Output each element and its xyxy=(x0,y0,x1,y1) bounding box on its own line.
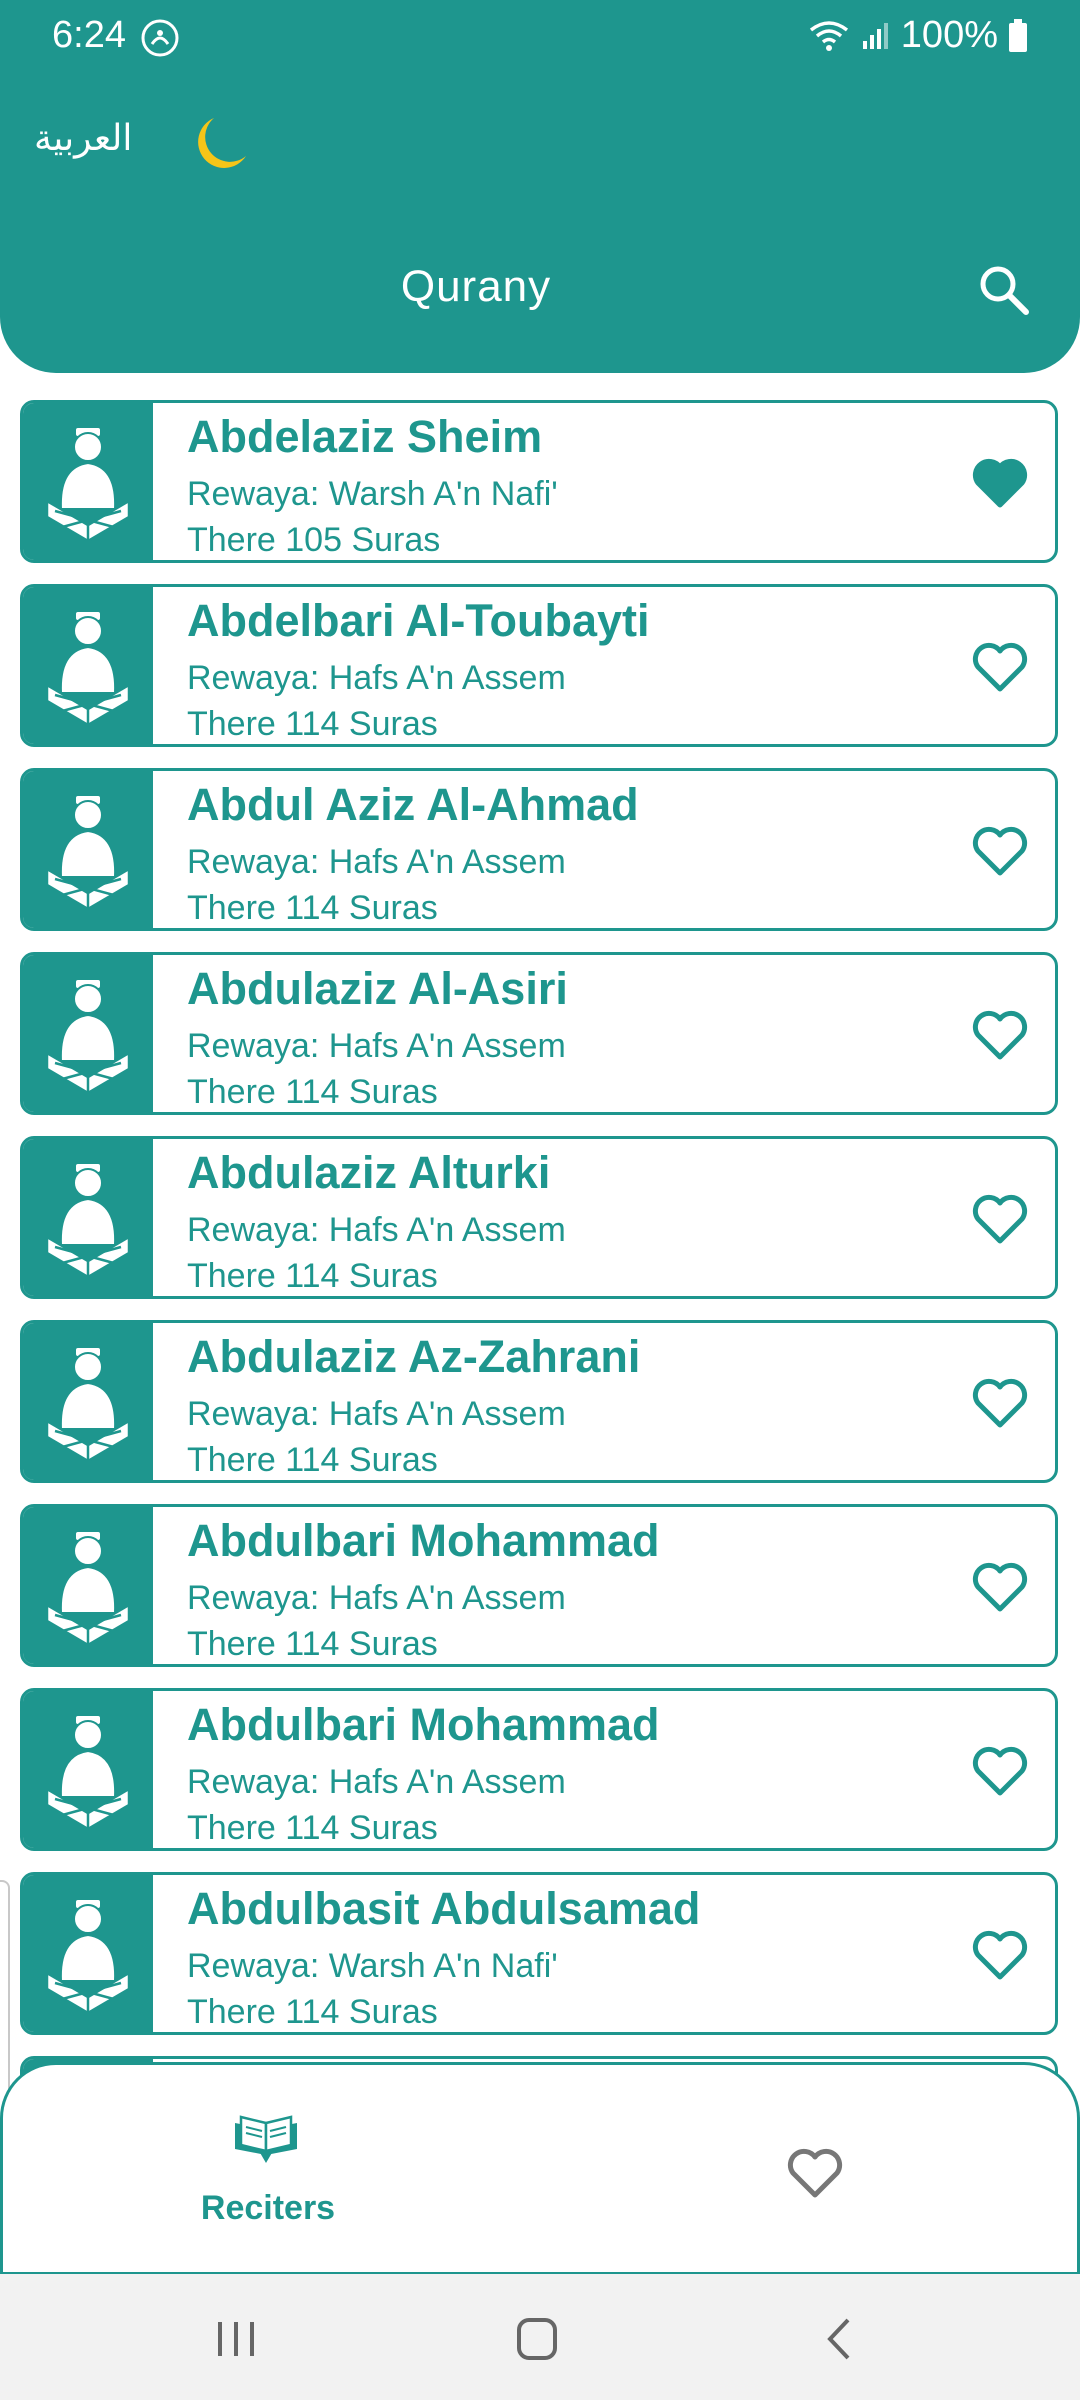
favorite-heart-icon[interactable] xyxy=(971,1927,1029,1983)
reciter-rewaya: Rewaya: Warsh A'n Nafi' xyxy=(187,1947,558,1985)
reciter-name: Abdulaziz Alturki xyxy=(187,1147,551,1198)
status-time: 6:24 xyxy=(52,14,126,56)
reciter-rewaya: Rewaya: Hafs A'n Assem xyxy=(187,843,566,881)
reciter-name: Abdulaziz Al-Asiri xyxy=(187,963,568,1014)
tab-reciters-label: Reciters xyxy=(200,2189,336,2227)
reciter-name: Abdulaziz Az-Zahrani xyxy=(187,1331,641,1382)
reciter-avatar-icon xyxy=(45,425,131,542)
reciter-card[interactable]: Abdulaziz Az-Zahrani Rewaya: Hafs A'n As… xyxy=(20,1320,1058,1483)
reciter-avatar-icon xyxy=(45,1345,131,1462)
reciter-avatar-icon xyxy=(45,1713,131,1830)
reciter-rewaya: Rewaya: Warsh A'n Nafi' xyxy=(187,475,558,513)
bottom-navigation: Reciters xyxy=(0,2062,1080,2272)
favorite-heart-icon[interactable] xyxy=(971,823,1029,879)
reciter-card[interactable]: Abdulaziz Alturki Rewaya: Hafs A'n Assem… xyxy=(20,1136,1058,1299)
reciter-thumbnail xyxy=(23,1875,153,2032)
reciter-card[interactable]: Abdulbari Mohammad Rewaya: Hafs A'n Asse… xyxy=(20,1504,1058,1667)
reciter-thumbnail xyxy=(23,403,153,560)
battery-icon xyxy=(1009,18,1027,52)
reciter-card[interactable]: Abdulbari Mohammad Rewaya: Hafs A'n Asse… xyxy=(20,1688,1058,1851)
favorite-heart-icon[interactable] xyxy=(971,1375,1029,1431)
language-toggle[interactable]: العربية xyxy=(34,118,132,159)
wifi-icon xyxy=(809,20,848,51)
status-bar: 6:24 100% xyxy=(0,0,1080,80)
signal-icon xyxy=(862,22,888,49)
search-icon[interactable] xyxy=(974,260,1034,320)
reciter-avatar-icon xyxy=(45,977,131,1094)
favorite-heart-icon[interactable] xyxy=(971,639,1029,695)
favorite-heart-icon[interactable] xyxy=(971,1559,1029,1615)
reciter-sura-count: There 114 Suras xyxy=(187,889,438,927)
reciter-name: Abdulbasit Abdulsamad xyxy=(187,1883,701,1934)
reciter-card[interactable]: Abdulbasit Abdulsamad Rewaya: Warsh A'n … xyxy=(20,1872,1058,2035)
reciter-name: Abdelaziz Sheim xyxy=(187,411,543,462)
reciter-name: Abdulbari Mohammad xyxy=(187,1699,660,1750)
battery-percent: 100% xyxy=(900,14,998,56)
reciter-sura-count: There 105 Suras xyxy=(187,521,441,559)
reciter-list: Abdelaziz Sheim Rewaya: Warsh A'n Nafi' … xyxy=(20,400,1060,2056)
reciter-sura-count: There 114 Suras xyxy=(187,1993,438,2031)
reciter-rewaya: Rewaya: Hafs A'n Assem xyxy=(187,1579,566,1617)
home-icon[interactable] xyxy=(507,2314,567,2364)
app-header: 6:24 100% العربية Qurany xyxy=(0,0,1080,373)
reciter-rewaya: Rewaya: Hafs A'n Assem xyxy=(187,1027,566,1065)
reciter-avatar-icon xyxy=(45,609,131,726)
back-icon[interactable] xyxy=(810,2314,870,2364)
tab-reciters[interactable]: Reciters xyxy=(153,2105,383,2245)
reciter-sura-count: There 114 Suras xyxy=(187,1257,438,1295)
system-navigation-bar xyxy=(0,2272,1080,2400)
reciter-avatar-icon xyxy=(45,1161,131,1278)
reciter-sura-count: There 114 Suras xyxy=(187,1625,438,1663)
reciter-name: Abdul Aziz Al-Ahmad xyxy=(187,779,639,830)
reciter-rewaya: Rewaya: Hafs A'n Assem xyxy=(187,659,566,697)
reciter-avatar-icon xyxy=(45,793,131,910)
status-right-group: 100% xyxy=(807,14,1028,57)
reciter-name: Abdulbari Mohammad xyxy=(187,1515,660,1566)
reciter-thumbnail xyxy=(23,955,153,1112)
reciter-card[interactable]: Abdul Aziz Al-Ahmad Rewaya: Hafs A'n Ass… xyxy=(20,768,1058,931)
reciter-sura-count: There 114 Suras xyxy=(187,705,438,743)
reciter-sura-count: There 114 Suras xyxy=(187,1441,438,1479)
reciter-avatar-icon xyxy=(45,1897,131,2014)
reciter-card[interactable]: Abdelaziz Sheim Rewaya: Warsh A'n Nafi' … xyxy=(20,400,1058,563)
favorite-heart-icon[interactable] xyxy=(971,1191,1029,1247)
reciter-sura-count: There 114 Suras xyxy=(187,1073,438,1111)
page-title: Qurany xyxy=(400,262,552,311)
reciter-thumbnail xyxy=(23,1323,153,1480)
favorite-heart-icon[interactable] xyxy=(971,1743,1029,1799)
heart-icon[interactable] xyxy=(785,2145,845,2201)
reciter-thumbnail xyxy=(23,1139,153,1296)
notification-app-icon xyxy=(141,19,179,57)
favorite-heart-icon[interactable] xyxy=(971,455,1029,511)
reciter-avatar-icon xyxy=(45,1529,131,1646)
reciter-card[interactable]: Abdulaziz Al-Asiri Rewaya: Hafs A'n Asse… xyxy=(20,952,1058,1115)
reciter-rewaya: Rewaya: Hafs A'n Assem xyxy=(187,1395,566,1433)
reciter-rewaya: Rewaya: Hafs A'n Assem xyxy=(187,1211,566,1249)
crescent-moon-icon[interactable] xyxy=(188,112,250,174)
recent-apps-icon[interactable] xyxy=(206,2314,266,2364)
reciter-thumbnail xyxy=(23,1507,153,1664)
reciter-name: Abdelbari Al-Toubayti xyxy=(187,595,650,646)
reciter-sura-count: There 114 Suras xyxy=(187,1809,438,1847)
reciter-rewaya: Rewaya: Hafs A'n Assem xyxy=(187,1763,566,1801)
favorite-heart-icon[interactable] xyxy=(971,1007,1029,1063)
open-book-icon xyxy=(235,2115,297,2163)
reciter-thumbnail xyxy=(23,587,153,744)
reciter-thumbnail xyxy=(23,1691,153,1848)
reciter-thumbnail xyxy=(23,771,153,928)
reciter-card[interactable]: Abdelbari Al-Toubayti Rewaya: Hafs A'n A… xyxy=(20,584,1058,747)
